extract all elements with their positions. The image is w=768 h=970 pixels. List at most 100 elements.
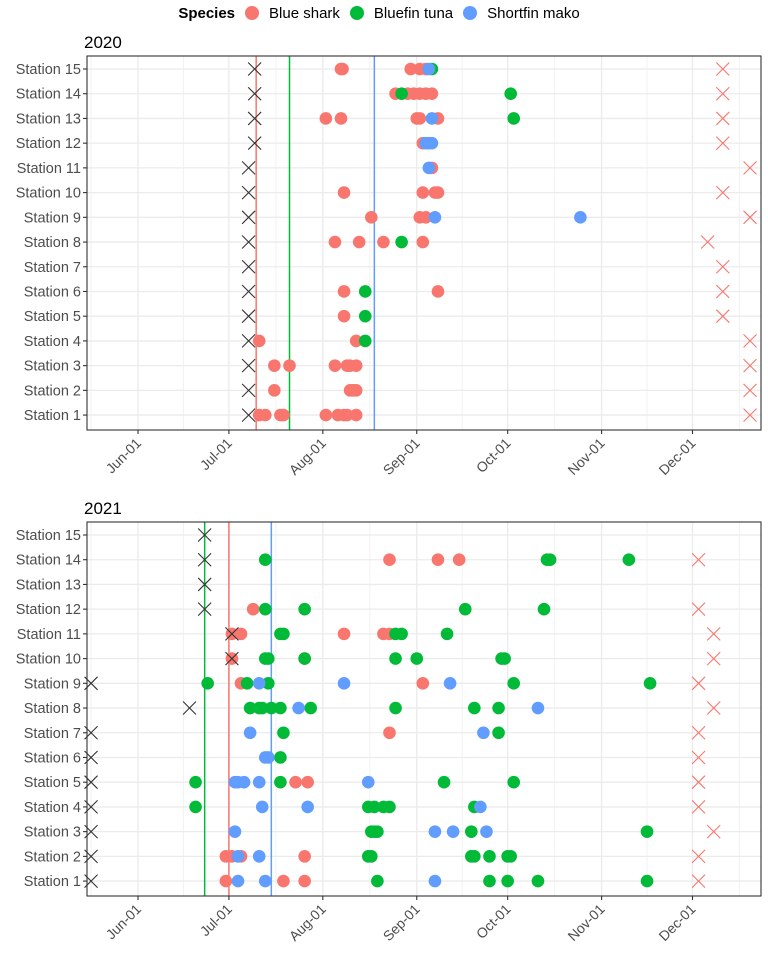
y-tick-label: Station 15	[16, 528, 81, 544]
legend-title: Species	[178, 4, 236, 22]
point-bluefin-tuna	[389, 652, 402, 665]
y-tick-label: Station 9	[24, 210, 81, 226]
point-blue-shark	[416, 677, 430, 690]
point-blue-shark	[298, 850, 311, 863]
point-bluefin-tuna	[358, 285, 372, 298]
point-blue-shark	[349, 408, 363, 422]
point-shortfin-mako	[446, 825, 460, 838]
y-tick-label: Station 2	[24, 849, 81, 865]
point-bluefin-tuna	[410, 652, 424, 665]
point-shortfin-mako	[258, 874, 272, 888]
y-tick-label: Station 2	[24, 383, 81, 399]
point-shortfin-mako	[292, 701, 305, 715]
y-tick-label: Station 5	[24, 309, 81, 325]
point-bluefin-tuna	[531, 874, 545, 888]
point-bluefin-tuna	[274, 751, 287, 764]
point-blue-shark	[319, 408, 333, 422]
point-blue-shark	[383, 553, 396, 567]
point-blue-shark	[337, 186, 351, 199]
point-shortfin-mako	[252, 850, 266, 863]
point-bluefin-tuna	[507, 112, 521, 125]
y-tick-label: Station 14	[16, 87, 81, 103]
x-tick-label: Oct-01	[473, 901, 514, 942]
y-tick-label: Station 1	[24, 874, 81, 890]
point-bluefin-tuna	[395, 87, 408, 101]
y-tick-label: Station 9	[24, 676, 81, 692]
x-tick-label: Aug-01	[286, 435, 329, 478]
x-tick-label: Nov-01	[564, 435, 607, 478]
point-bluefin-tuna	[395, 235, 408, 249]
x-tick-label: Jun-01	[103, 435, 145, 477]
point-bluefin-tuna	[437, 775, 451, 789]
point-bluefin-tuna	[189, 775, 202, 789]
y-tick-label: Station 12	[16, 602, 81, 618]
point-bluefin-tuna	[483, 850, 496, 863]
point-shortfin-mako	[361, 775, 375, 789]
point-bluefin-tuna	[501, 874, 514, 888]
y-tick-label: Station 10	[16, 186, 81, 202]
point-blue-shark	[268, 384, 281, 397]
point-shortfin-mako	[425, 112, 439, 125]
y-tick-label: Station 13	[16, 111, 81, 127]
y-tick-label: Station 11	[17, 161, 81, 177]
point-bluefin-tuna	[371, 874, 384, 888]
y-tick-label: Station 4	[24, 334, 81, 350]
y-tick-label: Station 3	[24, 359, 81, 375]
point-bluefin-tuna	[274, 775, 287, 789]
point-bluefin-tuna	[383, 800, 396, 814]
point-bluefin-tuna	[258, 602, 272, 616]
point-blue-shark	[349, 384, 363, 397]
point-bluefin-tuna	[543, 553, 557, 567]
point-bluefin-tuna	[640, 874, 654, 888]
point-bluefin-tuna	[389, 701, 402, 715]
point-blue-shark	[328, 359, 342, 372]
point-bluefin-tuna	[274, 701, 287, 715]
point-shortfin-mako	[261, 751, 275, 764]
legend-dot-shortfin-mako	[463, 6, 478, 20]
point-bluefin-tuna	[395, 627, 408, 641]
panel-2021: 2021 Station 1 Station 2 Station 3 Station 4…	[16, 499, 762, 944]
point-bluefin-tuna	[304, 701, 318, 715]
point-bluefin-tuna	[507, 775, 521, 789]
x-tick-label: Jul-01	[197, 901, 235, 939]
point-blue-shark	[337, 309, 351, 323]
point-blue-shark	[319, 112, 333, 125]
point-blue-shark	[377, 235, 390, 249]
point-bluefin-tuna	[492, 701, 505, 715]
point-bluefin-tuna	[365, 850, 378, 863]
point-blue-shark	[413, 112, 427, 125]
point-blue-shark	[431, 285, 445, 298]
point-bluefin-tuna	[492, 726, 505, 740]
point-blue-shark	[425, 87, 439, 101]
point-bluefin-tuna	[277, 726, 290, 740]
point-bluefin-tuna	[458, 602, 472, 616]
legend-dot-blue-shark	[245, 6, 260, 20]
x-tick-label: Jul-01	[197, 435, 235, 473]
point-shortfin-mako	[237, 775, 251, 789]
point-blue-shark	[283, 359, 296, 372]
point-shortfin-mako	[337, 677, 351, 690]
point-shortfin-mako	[574, 211, 587, 224]
y-tick-label: Station 15	[16, 62, 81, 78]
point-bluefin-tuna	[298, 602, 311, 616]
legend-item-bluefin-tuna: Bluefin tuna	[349, 5, 453, 22]
point-bluefin-tuna	[277, 627, 290, 641]
point-shortfin-mako	[443, 677, 457, 690]
legend-dot-bluefin-tuna	[349, 6, 364, 20]
point-blue-shark	[431, 553, 445, 567]
point-blue-shark	[219, 874, 233, 888]
y-tick-label: Station 6	[24, 750, 81, 766]
point-shortfin-mako	[428, 211, 442, 224]
point-blue-shark	[416, 186, 430, 199]
point-blue-shark	[349, 359, 363, 372]
legend-label: Blue shark	[269, 4, 340, 22]
point-shortfin-mako	[531, 701, 545, 715]
panel-2020: 2020 Station 1 Station 2 Station 3 Station 4…	[16, 33, 762, 478]
point-shortfin-mako	[422, 62, 436, 76]
point-bluefin-tuna	[468, 850, 481, 863]
x-tick-label: Sep-01	[380, 901, 423, 944]
point-shortfin-mako	[231, 850, 245, 863]
point-shortfin-mako	[425, 136, 439, 150]
y-tick-label: Station 10	[16, 652, 81, 668]
point-blue-shark	[383, 726, 396, 740]
